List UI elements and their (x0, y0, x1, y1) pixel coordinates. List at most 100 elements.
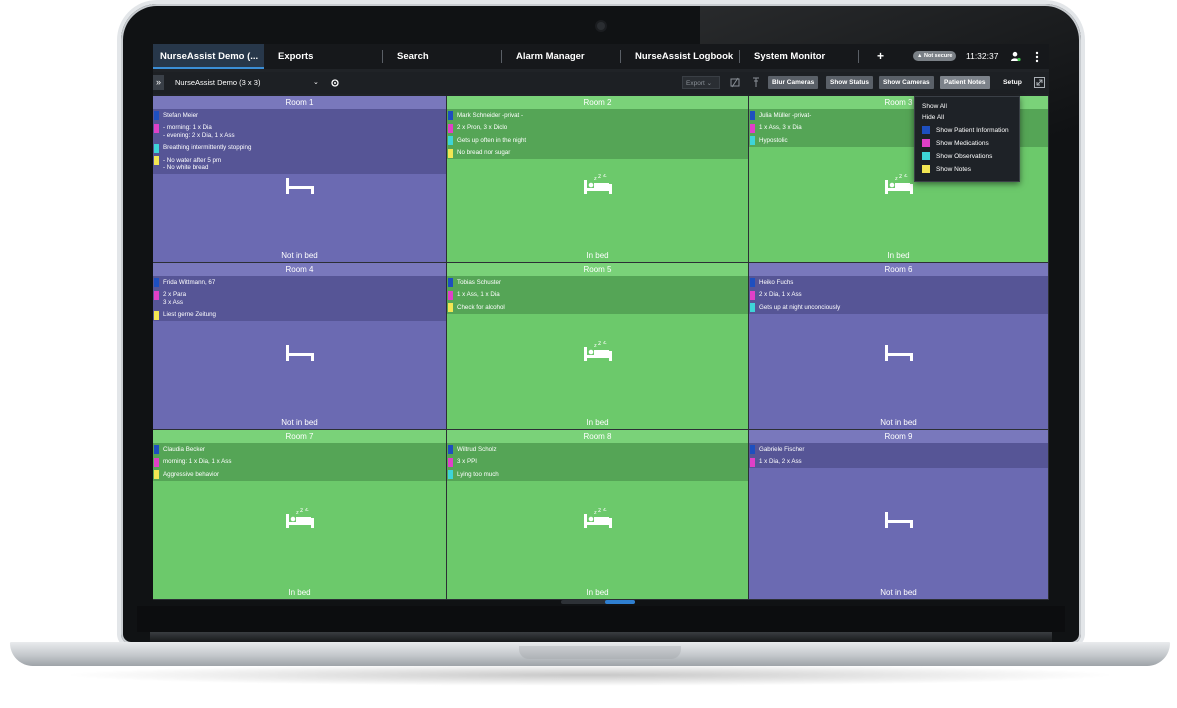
room-tile[interactable]: Room 6 Heiko Fuchs 2 x Dia, 1 x Ass Gets up… (749, 263, 1049, 430)
patient-notes-panel: Stefan Meier - morning: 1 x Dia - evening:… (153, 109, 446, 174)
tab-system-monitor[interactable]: System Monitor (754, 44, 825, 69)
bed-status: In bed (887, 251, 910, 260)
tab-alarm-manager[interactable]: Alarm Manager (516, 44, 585, 69)
settings-icon[interactable] (330, 78, 340, 88)
note-row: Tobias Schuster (447, 276, 748, 289)
room-tile[interactable]: Room 2 Mark Schneider -privat - 2 x Pron, … (447, 96, 749, 263)
chevron-down-icon[interactable]: ⌄ (313, 72, 319, 94)
expand-sidebar-icon[interactable]: » (153, 75, 164, 90)
note-color-swatch (154, 457, 159, 467)
show-notes-item[interactable]: Show Notes (936, 165, 971, 174)
svg-text:z: z (594, 510, 597, 516)
room-tile[interactable]: Room 7 Claudia Becker morning: 1 x Dia, 1 … (153, 430, 447, 600)
view-selector-label[interactable]: NurseAssist Demo (3 x 3) (175, 72, 260, 94)
tab-nurseassist-demo[interactable]: NurseAssist Demo (... (153, 44, 264, 69)
svg-text:z: z (598, 174, 601, 180)
not-secure-label: Not secure (923, 53, 953, 59)
room-title: Room 1 (153, 96, 446, 109)
tab-bar: NurseAssist Demo (... Exports Search Ala… (153, 44, 1049, 69)
show-observations-item[interactable]: Show Observations (936, 152, 992, 161)
patient-notes-panel: Wiltrud Scholz 3 x PPI Lying too much (447, 443, 748, 481)
note-text: - evening: 2 x Dia, 1 x Ass (163, 131, 235, 139)
note-text: Tobias Schuster (457, 278, 502, 286)
room-tile[interactable]: Room 4 Frida Wittmann, 67 2 x Para 3 x Ass L… (153, 263, 447, 430)
svg-text:z: z (305, 508, 309, 513)
pin-icon[interactable] (751, 77, 761, 88)
note-row: Gets up at night unconciously (749, 301, 1048, 314)
blur-cameras-button[interactable]: Blur Cameras (768, 76, 819, 89)
note-row: 2 x Pron, 3 x Diclo (447, 122, 748, 135)
bed-status: Not in bed (880, 588, 917, 597)
hide-all-item[interactable]: Hide All (922, 113, 944, 122)
note-color-swatch (448, 470, 453, 479)
scrollbar-thumb[interactable] (605, 600, 635, 604)
note-row: No bread nor sugar (447, 147, 748, 160)
room-tile[interactable]: Room 5 Tobias Schuster 1 x Ass, 1 x Dia Che… (447, 263, 749, 430)
note-row: Stefan Meier (153, 109, 446, 122)
note-text: 3 x Ass (163, 298, 183, 306)
note-text: Aggressive behavior (163, 470, 220, 478)
note-color-swatch (154, 310, 159, 320)
note-color-swatch (448, 111, 453, 120)
note-color-swatch (750, 136, 755, 145)
note-row: Heiko Fuchs (749, 276, 1048, 289)
user-icon[interactable] (1010, 51, 1021, 62)
export-dropdown[interactable]: Export ⌄ (682, 76, 720, 89)
more-vertical-icon[interactable] (1035, 51, 1039, 63)
tab-search[interactable]: Search (397, 44, 429, 69)
setup-button[interactable]: Setup (1003, 72, 1022, 94)
note-text: No bread nor sugar (457, 149, 511, 156)
room-title: Room 9 (749, 430, 1048, 443)
note-color-swatch (448, 278, 453, 287)
note-color-swatch (154, 470, 159, 479)
room-title: Room 4 (153, 263, 446, 276)
laptop-notch (519, 646, 681, 659)
note-color-swatch (154, 143, 159, 153)
tab-separator (382, 50, 383, 63)
room-tile[interactable]: Room 1 Stefan Meier - morning: 1 x Dia - ev… (153, 96, 447, 263)
room-tile[interactable]: Room 8 Wiltrud Scholz 3 x PPI Lying too muc… (447, 430, 749, 600)
room-tile[interactable]: Room 9 Gabriele Fischer 1 x Dia, 2 x Ass No… (749, 430, 1049, 600)
note-row: Breathing intermittently stopping (153, 142, 446, 155)
note-text: Gabriele Fischer (759, 445, 805, 453)
bed-status: Not in bed (281, 251, 318, 260)
show-all-item[interactable]: Show All (922, 102, 947, 111)
show-cameras-button[interactable]: Show Cameras (879, 76, 934, 89)
note-row: - No water after 5 pm - No white bread (153, 154, 446, 174)
tab-exports[interactable]: Exports (278, 44, 313, 69)
note-text: Mark Schneider -privat - (457, 111, 524, 119)
snapshot-icon[interactable] (730, 77, 740, 88)
show-medications-item[interactable]: Show Medications (936, 139, 989, 148)
patient-notes-panel: Mark Schneider -privat - 2 x Pron, 3 x Di… (447, 109, 748, 159)
note-text: Liest gerne Zeitung (163, 311, 216, 318)
show-patient-information-item[interactable]: Show Patient Information (936, 126, 1009, 135)
note-text: 2 x Dia, 1 x Ass (759, 291, 802, 298)
add-tab-button[interactable]: + (877, 44, 884, 69)
svg-text:z: z (594, 176, 597, 182)
note-row: Gabriele Fischer (749, 443, 1048, 456)
empty-bed-icon (883, 341, 915, 363)
tab-nurseassist-logbook[interactable]: NurseAssist Logbook (635, 44, 733, 69)
clock: 11:32:37 (966, 51, 999, 61)
note-text: Stefan Meier (163, 111, 199, 119)
note-color-swatch (154, 445, 159, 454)
note-color-swatch (448, 136, 453, 145)
observations-swatch (922, 152, 930, 160)
note-color-swatch (750, 445, 755, 454)
patient-notes-button[interactable]: Patient Notes (940, 76, 990, 89)
fullscreen-icon[interactable] (1034, 77, 1045, 88)
note-color-swatch (750, 457, 755, 467)
note-row: Wiltrud Scholz (447, 443, 748, 456)
bed-status: In bed (586, 251, 609, 260)
note-text: 3 x PPI (457, 458, 477, 465)
patient-info-swatch (922, 126, 930, 134)
notes-swatch (922, 165, 930, 173)
note-color-swatch (750, 303, 755, 312)
tab-separator (620, 50, 621, 63)
note-row: 2 x Para 3 x Ass (153, 289, 446, 309)
note-color-swatch (750, 123, 755, 133)
svg-text:z: z (594, 343, 597, 349)
note-color-swatch (154, 123, 159, 133)
show-status-button[interactable]: Show Status (826, 76, 874, 89)
note-row: Check for alcohol (447, 301, 748, 314)
